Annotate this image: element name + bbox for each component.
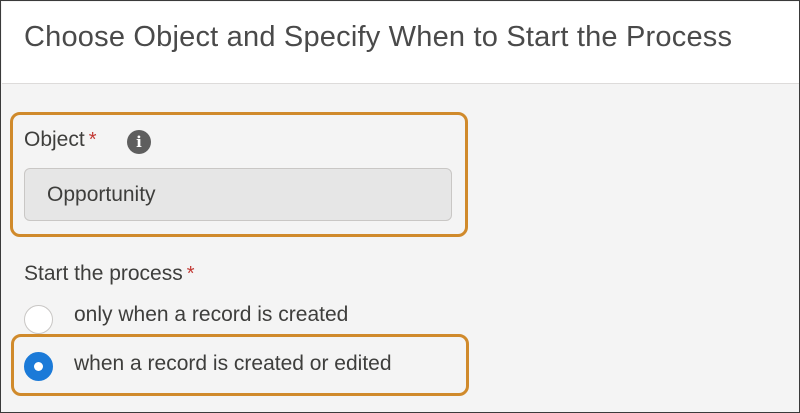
object-field[interactable]: Opportunity (24, 168, 452, 221)
start-process-label-text: Start the process (24, 262, 183, 285)
required-asterisk: * (88, 129, 97, 151)
radio-selected-dot (34, 362, 43, 371)
radio-created-or-edited[interactable] (24, 352, 53, 381)
process-builder-panel: Choose Object and Specify When to Start … (0, 0, 800, 413)
object-label-text: Object (24, 128, 85, 151)
object-label: Object * (24, 128, 97, 152)
panel-header: Choose Object and Specify When to Start … (2, 2, 799, 84)
radio-label-created-or-edited[interactable]: when a record is created or edited (74, 352, 392, 376)
required-asterisk: * (186, 263, 195, 285)
radio-created-only[interactable] (24, 305, 53, 334)
page-title: Choose Object and Specify When to Start … (24, 21, 733, 53)
radio-label-created-only[interactable]: only when a record is created (74, 303, 348, 327)
start-process-label: Start the process * (24, 262, 195, 286)
info-icon[interactable]: i (127, 130, 151, 154)
